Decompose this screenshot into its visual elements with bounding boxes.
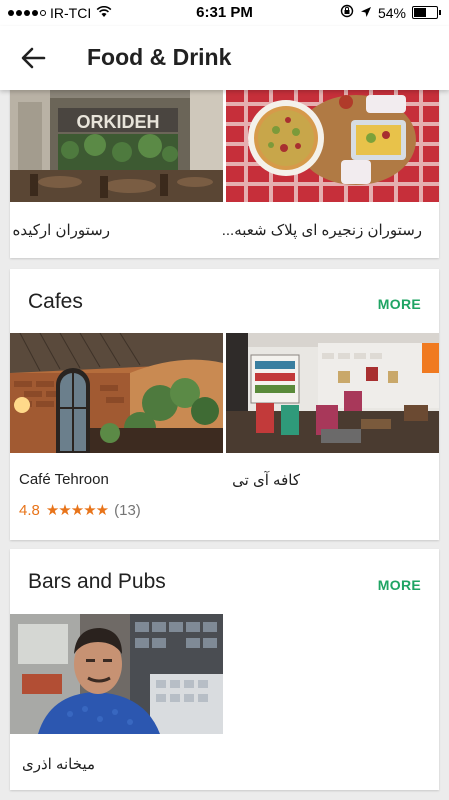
rotation-lock-icon bbox=[340, 4, 354, 21]
more-button[interactable]: MORE bbox=[378, 577, 421, 593]
list-item-name[interactable]: Café Tehroon bbox=[19, 471, 109, 488]
battery-percent: 54% bbox=[377, 4, 406, 21]
more-button[interactable]: MORE bbox=[378, 296, 421, 312]
cafe-photo[interactable] bbox=[10, 333, 223, 453]
star-rating-icon: ★★★★★ bbox=[45, 502, 109, 519]
section-title: Cafes bbox=[28, 290, 83, 313]
app-bar: Food & Drink bbox=[0, 26, 449, 90]
restaurants-card: ORKIDEH رستوران ارکیده رستوران زنجیره ای… bbox=[10, 80, 439, 258]
status-bar: IR-TCI 6:31 PM 54% bbox=[0, 0, 449, 26]
back-button[interactable] bbox=[18, 44, 50, 72]
bars-card: Bars and Pubs MORE میخانه اذری bbox=[10, 549, 439, 790]
bar-photo[interactable] bbox=[10, 614, 223, 734]
page-title: Food & Drink bbox=[87, 44, 232, 70]
cafe-photo[interactable] bbox=[226, 333, 439, 453]
list-item-name[interactable]: کافه آی تی bbox=[230, 471, 300, 489]
rating-value: 4.8 bbox=[19, 501, 40, 519]
section-title: Bars and Pubs bbox=[28, 570, 166, 593]
svg-text:ORKIDEH: ORKIDEH bbox=[76, 112, 159, 132]
cafes-card: Cafes MORE Café Tehroon 4.8 ★★★★★ (13) ک… bbox=[10, 269, 439, 540]
list-item-name[interactable]: میخانه اذری bbox=[10, 755, 95, 773]
restaurant-photo[interactable]: ORKIDEH bbox=[10, 90, 223, 210]
list-item-name[interactable]: رستوران ارکیده bbox=[10, 221, 111, 239]
location-arrow-icon bbox=[360, 5, 372, 21]
status-right: 54% bbox=[340, 4, 441, 21]
pizza-photo[interactable] bbox=[226, 90, 439, 210]
rating-row: 4.8 ★★★★★ (13) bbox=[19, 501, 141, 520]
battery-icon bbox=[412, 6, 438, 19]
review-count: (13) bbox=[114, 501, 141, 519]
arrow-back-icon bbox=[21, 47, 46, 69]
list-item-name[interactable]: رستوران زنجیره ای پلاک شعبه... bbox=[222, 221, 422, 239]
